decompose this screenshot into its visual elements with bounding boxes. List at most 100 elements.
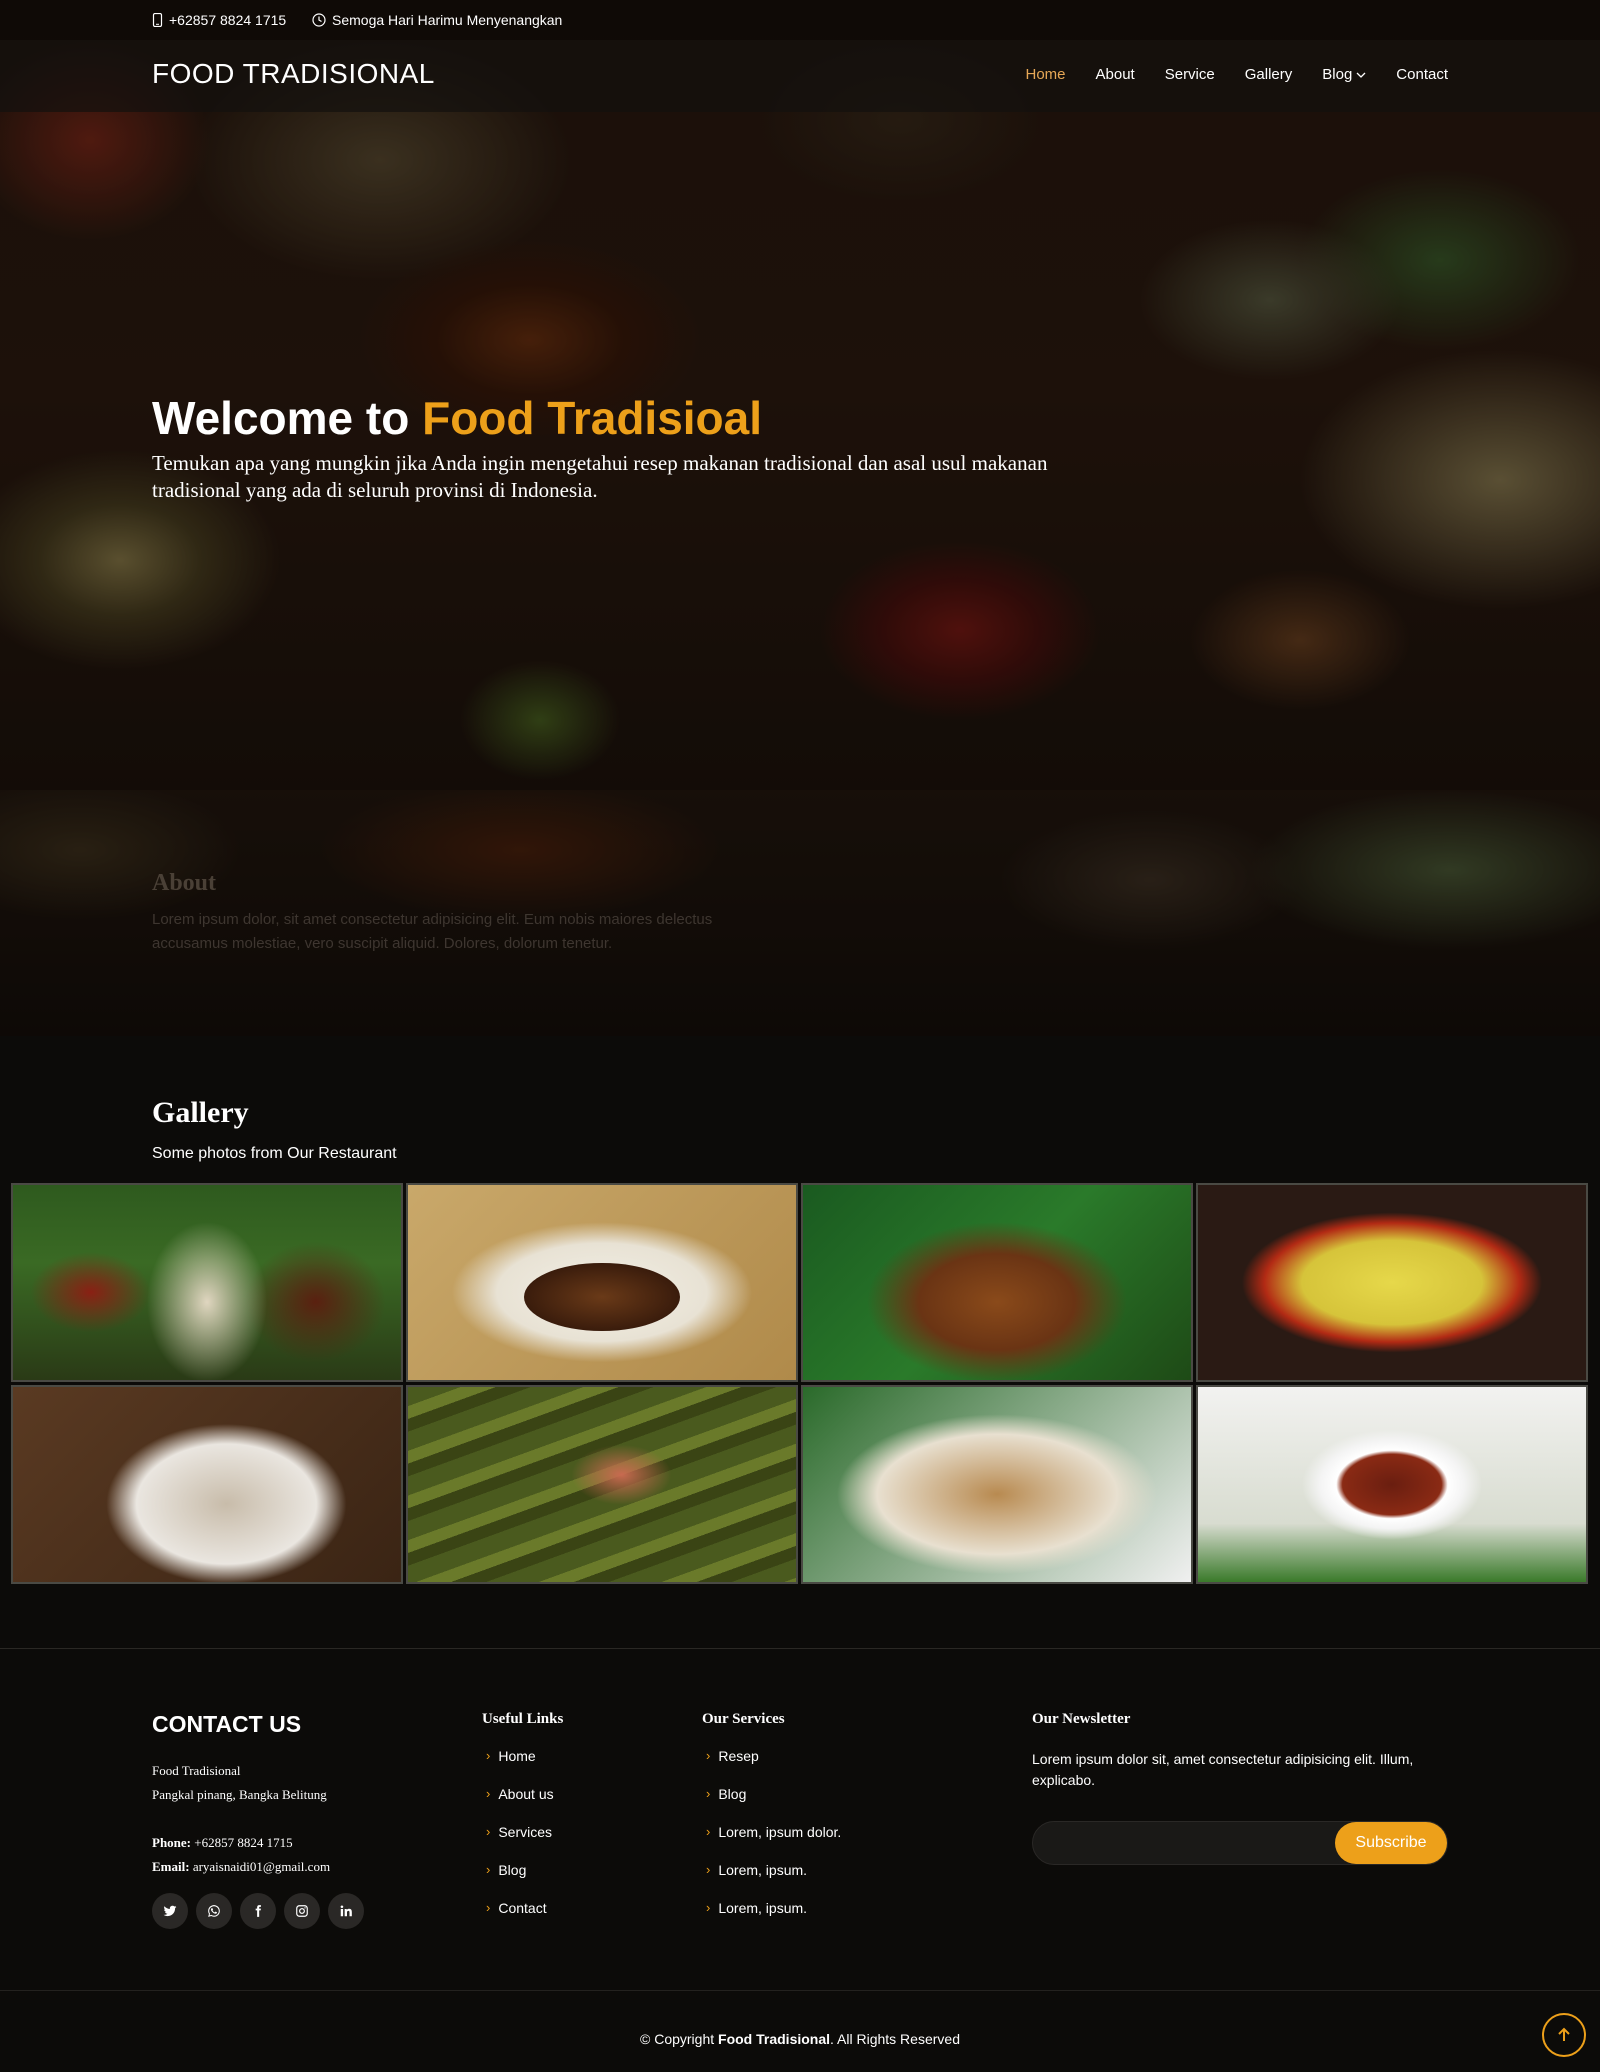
whatsapp-icon xyxy=(208,1905,220,1917)
footer-link-blog[interactable]: › Blog xyxy=(486,1862,554,1900)
about-text: Lorem ipsum dolor, sit amet consectetur … xyxy=(152,911,713,952)
address-line2: Pangkal pinang, Bangka Belitung xyxy=(152,1787,327,1802)
copyright-prefix: © Copyright xyxy=(640,2031,719,2047)
useful-links-list: › Home › About us › Services › Blog › Contact xyxy=(486,1748,554,1938)
gallery-image-bakso[interactable] xyxy=(11,1385,403,1584)
nav-gallery[interactable]: Gallery xyxy=(1245,66,1293,83)
clock-icon xyxy=(312,13,326,27)
nav-about[interactable]: About xyxy=(1096,66,1135,83)
gallery-image-nasi-liwet[interactable] xyxy=(11,1183,403,1382)
instagram-button[interactable] xyxy=(284,1893,320,1929)
topbar-phone-text: +62857 8824 1715 xyxy=(169,12,287,28)
subscribe-button[interactable]: Subscribe xyxy=(1335,1822,1447,1864)
back-to-top-button[interactable] xyxy=(1542,2013,1586,2057)
nav-service[interactable]: Service xyxy=(1165,66,1215,83)
newsletter-title: Our Newsletter xyxy=(1032,1711,1131,1727)
service-link-4[interactable]: › Lorem, ipsum. xyxy=(706,1862,841,1900)
social-links xyxy=(152,1893,364,1929)
gallery-image-lontong-sayur[interactable] xyxy=(1196,1183,1588,1382)
gallery-image-pempek[interactable] xyxy=(406,1183,798,1382)
nav-home[interactable]: Home xyxy=(1026,66,1066,83)
hero-description: Temukan apa yang mungkin jika Anda ingin… xyxy=(152,451,1048,502)
copyright-text: © Copyright Food Tradisional. All Rights… xyxy=(0,2031,1600,2047)
gallery-image-sate[interactable] xyxy=(801,1183,1193,1382)
service-link-3[interactable]: › Lorem, ipsum dolor. xyxy=(706,1824,841,1862)
footer-link-label: Contact xyxy=(498,1900,547,1916)
contact-title: CONTACT US xyxy=(152,1711,302,1737)
facebook-button[interactable] xyxy=(240,1893,276,1929)
chevron-right-icon: › xyxy=(486,1900,491,1915)
contact-email: Email: aryaisnaidi01@gmail.com xyxy=(152,1855,330,1879)
footer-link-label: Blog xyxy=(498,1862,527,1878)
footer-link-label: Services xyxy=(498,1824,553,1840)
facebook-icon xyxy=(255,1905,261,1917)
chevron-right-icon: › xyxy=(706,1900,711,1915)
footer-link-contact[interactable]: › Contact xyxy=(486,1900,554,1938)
instagram-icon xyxy=(296,1905,308,1917)
gallery-image-lemper[interactable] xyxy=(406,1385,798,1584)
footer-link-about[interactable]: › About us xyxy=(486,1786,554,1824)
chevron-right-icon: › xyxy=(486,1824,491,1839)
topbar-phone: +62857 8824 1715 xyxy=(152,12,286,28)
topbar-greeting: Semoga Hari Harimu Menyenangkan xyxy=(312,12,562,28)
twitter-button[interactable] xyxy=(152,1893,188,1929)
newsletter-email-input[interactable] xyxy=(1033,1822,1333,1864)
about-section: About Lorem ipsum dolor, sit amet consec… xyxy=(0,790,1600,1036)
linkedin-icon xyxy=(340,1905,352,1917)
about-title: About xyxy=(152,870,217,896)
linkedin-button[interactable] xyxy=(328,1893,364,1929)
navbar: FOOD TRADISIONAL Home About Service Gall… xyxy=(0,40,1600,112)
main-nav: Home About Service Gallery Blog Contact xyxy=(1026,66,1449,83)
service-link-label: Blog xyxy=(718,1786,747,1802)
nav-blog[interactable]: Blog xyxy=(1322,66,1366,83)
service-link-label: Lorem, ipsum. xyxy=(718,1900,808,1916)
site-logo[interactable]: FOOD TRADISIONAL xyxy=(152,58,435,90)
chevron-right-icon: › xyxy=(486,1786,491,1801)
services-list: › Resep › Blog › Lorem, ipsum dolor. › Lorem… xyxy=(706,1748,841,1938)
service-link-blog[interactable]: › Blog xyxy=(706,1786,841,1824)
gallery-image-gado-gado[interactable] xyxy=(801,1385,1193,1584)
copyright-brand: Food Tradisional xyxy=(718,2031,831,2047)
email-label: Email: xyxy=(152,1859,190,1874)
service-link-label: Resep xyxy=(718,1748,759,1764)
footer-link-label: About us xyxy=(498,1786,554,1802)
contact-details: Phone: +62857 8824 1715 Email: aryaisnai… xyxy=(152,1831,330,1879)
services-title: Our Services xyxy=(702,1711,785,1727)
service-link-label: Lorem, ipsum dolor. xyxy=(718,1824,842,1840)
hero-section: +62857 8824 1715 Semoga Hari Harimu Meny… xyxy=(0,0,1600,790)
gallery-title: Gallery xyxy=(152,1096,249,1129)
topbar-greeting-text: Semoga Hari Harimu Menyenangkan xyxy=(332,12,563,28)
address-line1: Food Tradisional xyxy=(152,1763,241,1778)
whatsapp-button[interactable] xyxy=(196,1893,232,1929)
footer-link-label: Home xyxy=(498,1748,536,1764)
topbar: +62857 8824 1715 Semoga Hari Harimu Meny… xyxy=(0,0,1600,40)
hero-title: Welcome to Food Tradisioal xyxy=(152,390,1052,446)
gallery-image-rendang[interactable] xyxy=(1196,1385,1588,1584)
service-link-label: Lorem, ipsum. xyxy=(718,1862,808,1878)
copyright-bar: © Copyright Food Tradisional. All Rights… xyxy=(0,1990,1600,2072)
service-link-resep[interactable]: › Resep xyxy=(706,1748,841,1786)
newsletter-form: Subscribe xyxy=(1032,1821,1448,1865)
contact-address: Food Tradisional Pangkal pinang, Bangka … xyxy=(152,1759,327,1807)
footer-link-home[interactable]: › Home xyxy=(486,1748,554,1786)
nav-contact[interactable]: Contact xyxy=(1396,66,1448,83)
hero-title-accent: Food Tradisioal xyxy=(422,392,763,444)
useful-links-title: Useful Links xyxy=(482,1711,564,1727)
email-value: aryaisnaidi01@gmail.com xyxy=(192,1859,331,1874)
service-link-5[interactable]: › Lorem, ipsum. xyxy=(706,1900,841,1938)
hero-content: Welcome to Food Tradisioal Temukan apa y… xyxy=(152,390,1052,504)
chevron-right-icon: › xyxy=(486,1862,491,1877)
phone-label: Phone: xyxy=(152,1835,191,1850)
phone-value: +62857 8824 1715 xyxy=(194,1835,293,1850)
footer-link-services[interactable]: › Services xyxy=(486,1824,554,1862)
gallery-grid xyxy=(11,1183,1589,1584)
phone-icon xyxy=(152,13,163,27)
chevron-right-icon: › xyxy=(486,1748,491,1763)
gallery-subtitle: Some photos from Our Restaurant xyxy=(152,1145,397,1162)
gallery-section: Gallery Some photos from Our Restaurant xyxy=(0,1036,1600,1649)
contact-phone: Phone: +62857 8824 1715 xyxy=(152,1831,330,1855)
newsletter-text: Lorem ipsum dolor sit, amet consectetur … xyxy=(1032,1751,1414,1788)
hero-title-prefix: Welcome to xyxy=(152,392,423,444)
chevron-right-icon: › xyxy=(706,1824,711,1839)
nav-blog-label: Blog xyxy=(1322,66,1353,83)
